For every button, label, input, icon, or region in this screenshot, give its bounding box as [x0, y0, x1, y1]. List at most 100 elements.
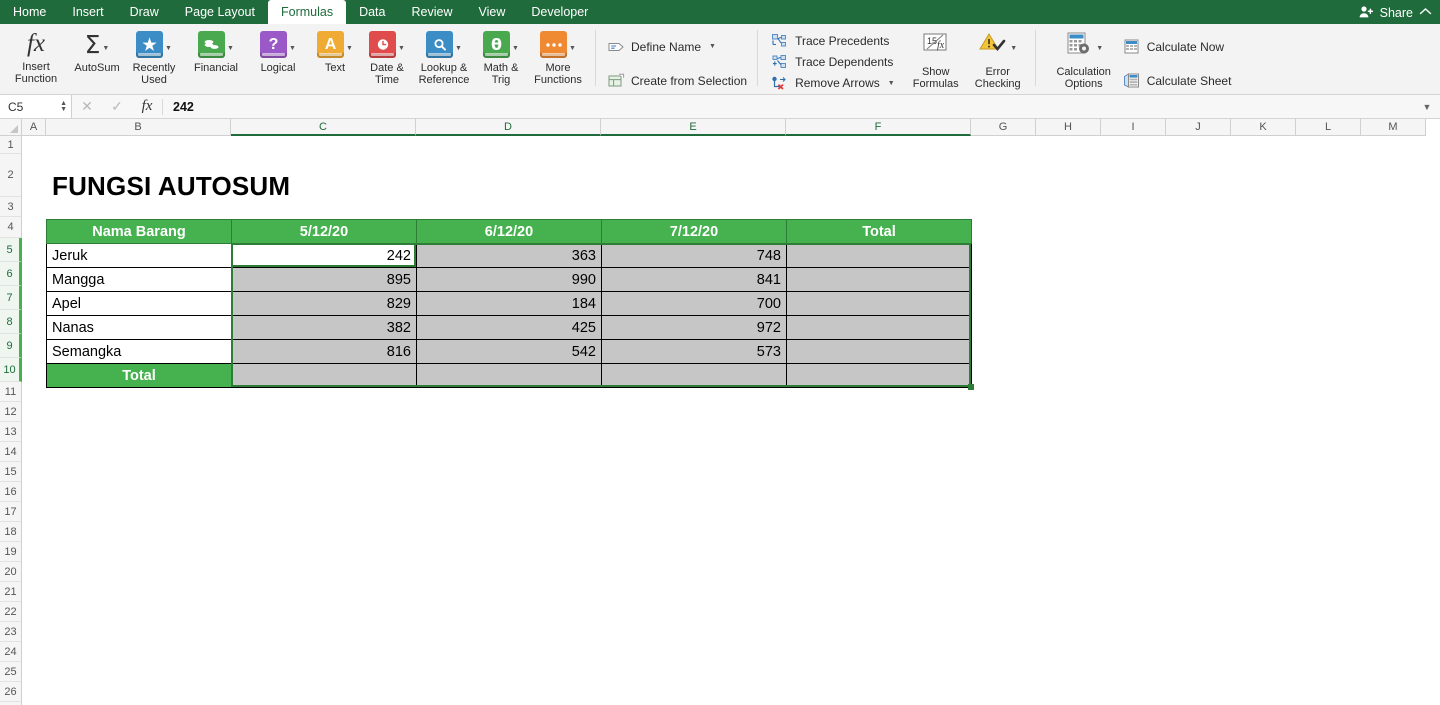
row-header-11[interactable]: 11 — [0, 382, 22, 402]
column-header-D[interactable]: D — [416, 119, 601, 136]
row-header-26[interactable]: 26 — [0, 682, 22, 702]
tab-home[interactable]: Home — [0, 1, 59, 24]
chevron-down-icon[interactable]: ▼ — [709, 43, 716, 50]
cell-item-name[interactable]: Apel — [47, 292, 232, 316]
cell-value[interactable]: 841 — [602, 268, 787, 292]
insert-function-fx-button[interactable]: fx — [132, 98, 162, 115]
tab-view[interactable]: View — [465, 1, 518, 24]
calculate-sheet-button[interactable]: Calculate Sheet — [1123, 68, 1236, 94]
cell-total-empty[interactable] — [787, 316, 972, 340]
row-header-8[interactable]: 8 — [0, 310, 22, 334]
tab-draw[interactable]: Draw — [117, 1, 172, 24]
column-header-B[interactable]: B — [46, 119, 231, 136]
row-header-12[interactable]: 12 — [0, 402, 22, 422]
column-header-C[interactable]: C — [231, 119, 416, 136]
define-name-button[interactable]: Define Name ▼ — [607, 34, 751, 60]
insert-function-button[interactable]: fx Insert Function — [10, 28, 62, 85]
cell-item-name[interactable]: Jeruk — [47, 244, 232, 268]
row-header-3[interactable]: 3 — [0, 197, 22, 217]
recently-used-button[interactable]: ★ ▼ Recently Used — [123, 28, 185, 86]
tab-page-layout[interactable]: Page Layout — [172, 1, 268, 24]
row-header-18[interactable]: 18 — [0, 522, 22, 542]
cell-value[interactable]: 382 — [232, 316, 417, 340]
cancel-formula-button[interactable]: ✕ — [72, 98, 102, 115]
row-header-25[interactable]: 25 — [0, 662, 22, 682]
row-header-24[interactable]: 24 — [0, 642, 22, 662]
chevron-down-icon[interactable]: ▼ — [398, 45, 405, 52]
sheet-canvas[interactable]: FUNGSI AUTOSUM Nama Barang 5/12/20 6/12/… — [22, 136, 1440, 705]
row-header-2[interactable]: 2 — [0, 154, 22, 197]
row-header-23[interactable]: 23 — [0, 622, 22, 642]
cell-value[interactable]: 425 — [417, 316, 602, 340]
cell-value[interactable]: 542 — [417, 340, 602, 364]
chevron-down-icon[interactable]: ▼ — [227, 45, 234, 52]
more-functions-button[interactable]: ▼ More Functions — [527, 28, 589, 86]
column-header-H[interactable]: H — [1036, 119, 1101, 136]
cell-value[interactable]: 184 — [417, 292, 602, 316]
row-header-4[interactable]: 4 — [0, 217, 22, 238]
cell-total-value[interactable] — [417, 364, 602, 388]
row-header-10[interactable]: 10 — [0, 358, 22, 382]
cell-value[interactable]: 990 — [417, 268, 602, 292]
tab-insert[interactable]: Insert — [59, 1, 116, 24]
error-checking-button[interactable]: ▼ Error Checking — [967, 28, 1029, 90]
row-header-15[interactable]: 15 — [0, 462, 22, 482]
calculate-now-button[interactable]: Calculate Now — [1123, 34, 1236, 60]
trace-dependents-button[interactable]: Trace Dependents — [771, 51, 899, 72]
date-time-button[interactable]: ▼ Date & Time — [361, 28, 413, 86]
cell-value[interactable]: 363 — [417, 244, 602, 268]
cell-total-empty[interactable] — [787, 340, 972, 364]
row-header-22[interactable]: 22 — [0, 602, 22, 622]
column-header-F[interactable]: F — [786, 119, 971, 136]
chevron-down-icon[interactable]: ▼ — [888, 80, 895, 87]
calculation-options-button[interactable]: ▼ Calculation Options — [1049, 28, 1119, 90]
column-header-K[interactable]: K — [1231, 119, 1296, 136]
chevron-up-icon[interactable] — [1419, 7, 1432, 19]
text-button[interactable]: A ▼ Text — [309, 28, 361, 74]
column-header-I[interactable]: I — [1101, 119, 1166, 136]
cell-total-empty[interactable] — [787, 268, 972, 292]
column-header-G[interactable]: G — [971, 119, 1036, 136]
financial-button[interactable]: ▼ Financial — [185, 28, 247, 74]
tab-developer[interactable]: Developer — [518, 1, 601, 24]
column-header-L[interactable]: L — [1296, 119, 1361, 136]
fill-handle[interactable] — [968, 384, 974, 390]
column-header-A[interactable]: A — [22, 119, 46, 136]
tab-data[interactable]: Data — [346, 1, 398, 24]
cell-value[interactable]: 748 — [602, 244, 787, 268]
cell-value[interactable]: 895 — [232, 268, 417, 292]
row-header-17[interactable]: 17 — [0, 502, 22, 522]
cell-total-value[interactable] — [602, 364, 787, 388]
column-header-E[interactable]: E — [601, 119, 786, 136]
cell-total-value[interactable] — [232, 364, 417, 388]
row-header-14[interactable]: 14 — [0, 442, 22, 462]
show-formulas-button[interactable]: 15fx Show Formulas — [905, 28, 967, 90]
row-header-20[interactable]: 20 — [0, 562, 22, 582]
math-trig-button[interactable]: θ ▼ Math & Trig — [475, 28, 527, 86]
cell-item-name[interactable]: Semangka — [47, 340, 232, 364]
cell-value[interactable]: 700 — [602, 292, 787, 316]
cell-value[interactable]: 972 — [602, 316, 787, 340]
trace-precedents-button[interactable]: Trace Precedents — [771, 30, 899, 51]
cell-value[interactable]: 816 — [232, 340, 417, 364]
row-header-19[interactable]: 19 — [0, 542, 22, 562]
chevron-down-icon[interactable]: ▼ — [512, 45, 519, 52]
row-header-5[interactable]: 5 — [0, 238, 22, 262]
confirm-formula-button[interactable]: ✓ — [102, 98, 132, 115]
chevron-down-icon[interactable]: ▼ — [455, 45, 462, 52]
tab-formulas[interactable]: Formulas — [268, 0, 346, 24]
name-box-spinner-icon[interactable]: ▲ ▼ — [60, 101, 67, 113]
chevron-down-icon[interactable]: ▼ — [569, 45, 576, 52]
row-header-16[interactable]: 16 — [0, 482, 22, 502]
share-area[interactable]: Share — [1359, 5, 1432, 21]
chevron-down-icon[interactable]: ▼ — [346, 45, 353, 52]
chevron-down-icon[interactable]: ▼ — [1010, 45, 1017, 52]
chevron-down-icon[interactable]: ▼ — [165, 45, 172, 52]
cell-value[interactable]: 242 — [232, 244, 417, 268]
row-header-6[interactable]: 6 — [0, 262, 22, 286]
row-header-9[interactable]: 9 — [0, 334, 22, 358]
row-header-21[interactable]: 21 — [0, 582, 22, 602]
chevron-down-icon[interactable]: ▼ — [1096, 45, 1103, 52]
tab-review[interactable]: Review — [398, 1, 465, 24]
column-header-J[interactable]: J — [1166, 119, 1231, 136]
